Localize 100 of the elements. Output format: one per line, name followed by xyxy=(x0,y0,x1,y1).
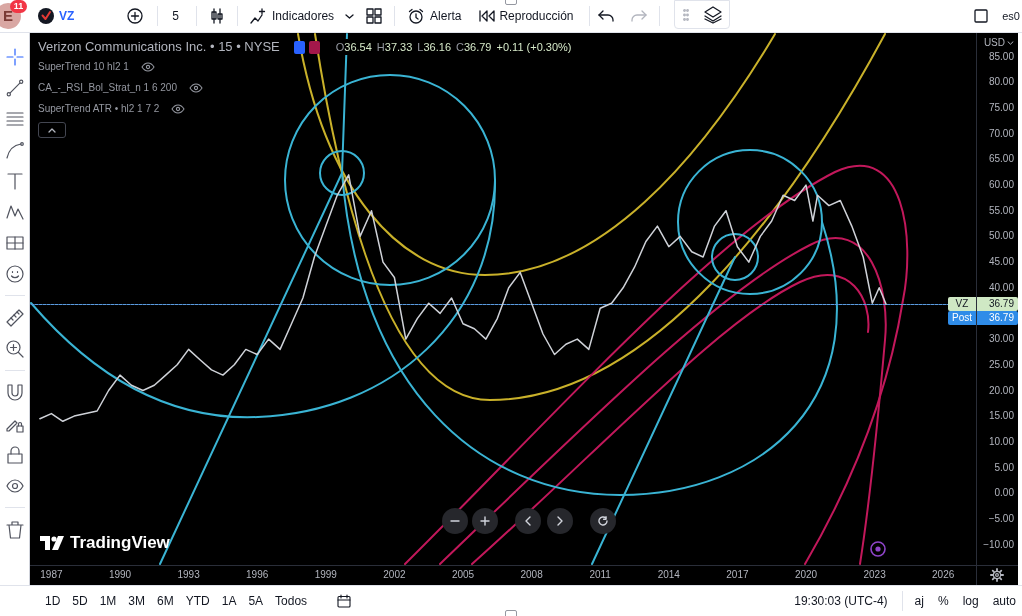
range-button[interactable]: 5A xyxy=(248,592,264,610)
ruler-icon xyxy=(5,308,24,327)
replay-button[interactable]: Reproducción xyxy=(479,7,574,25)
table-icon xyxy=(5,233,24,252)
dropdown-button[interactable] xyxy=(345,13,355,19)
price-tick-label: −10.00 xyxy=(983,538,1014,551)
time-tick-label: 1993 xyxy=(177,569,200,581)
grid-icon xyxy=(366,8,383,24)
chart-plus-icon xyxy=(250,8,267,24)
time-tick-label: 2014 xyxy=(657,569,680,581)
grip-icon[interactable] xyxy=(683,8,689,21)
price-tick-label: 70.00 xyxy=(988,127,1014,140)
smiley-icon xyxy=(5,264,24,283)
price-tick-label: 45.00 xyxy=(988,256,1014,269)
indicators-button[interactable]: Indicadores xyxy=(250,7,335,25)
symbol-logo-icon xyxy=(38,8,54,24)
scale-option-button[interactable]: % xyxy=(937,592,949,610)
date-range-button[interactable] xyxy=(337,594,352,608)
caret-icon xyxy=(1007,41,1014,45)
range-button[interactable]: 1A xyxy=(221,592,237,610)
indicator-name: SuperTrend ATR • hl2 1 7 2 xyxy=(38,101,160,116)
visibility-button[interactable] xyxy=(189,82,203,93)
price-label-name: VZ xyxy=(954,297,970,312)
time-tick-label: 2017 xyxy=(726,569,749,581)
price-label-value: 36.79 xyxy=(987,311,1015,326)
zoom-in-icon xyxy=(5,339,24,358)
price-tick-label: 40.00 xyxy=(988,281,1014,294)
text-icon xyxy=(5,171,24,190)
chart-type-button[interactable] xyxy=(209,8,226,24)
target-icon[interactable] xyxy=(870,541,886,557)
lock-icon xyxy=(5,445,24,464)
settings-icon xyxy=(990,568,1004,582)
plus-circle-icon xyxy=(127,8,144,24)
eye-icon xyxy=(5,476,24,495)
scale-option-button[interactable]: log xyxy=(962,592,979,610)
caret-up-icon xyxy=(48,127,56,133)
settings-button[interactable] xyxy=(990,568,1004,582)
price-label-value: 36.79 xyxy=(987,297,1015,312)
range-button[interactable]: 5D xyxy=(72,592,88,610)
undo-button[interactable] xyxy=(598,10,615,22)
time-tick-label: 2011 xyxy=(589,569,611,581)
compare-button[interactable] xyxy=(127,8,144,24)
time-tick-label: 2008 xyxy=(520,569,543,581)
scale-option-button[interactable]: auto xyxy=(992,592,1016,610)
time-tick-label: 2023 xyxy=(863,569,886,581)
range-button[interactable]: 1M xyxy=(99,592,117,610)
collapse-button[interactable] xyxy=(38,122,66,138)
scale-option-button[interactable]: aj xyxy=(914,592,924,610)
reset-button[interactable] xyxy=(590,508,616,534)
symbol-button[interactable]: VZ xyxy=(38,7,75,25)
caret-icon xyxy=(345,13,355,19)
visibility-button[interactable] xyxy=(171,103,186,114)
price-tick-label: 20.00 xyxy=(988,384,1014,397)
time-tick-label: 1999 xyxy=(314,569,337,581)
trend-line-icon xyxy=(5,78,24,97)
clock-time: 19:30:03 (UTC-4) xyxy=(794,593,888,610)
zoom-out-button[interactable] xyxy=(442,508,468,534)
price-tick-label: 25.00 xyxy=(988,358,1014,371)
zoom-in-button[interactable] xyxy=(472,508,498,534)
range-button[interactable]: Todos xyxy=(275,592,308,610)
crosshair-icon xyxy=(5,47,24,66)
range-button[interactable]: 1D xyxy=(45,592,61,610)
time-tick-label: 1996 xyxy=(246,569,269,581)
fullscreen-button[interactable] xyxy=(974,9,989,23)
logo-text: TradingView xyxy=(70,533,170,553)
plus-icon xyxy=(480,516,490,526)
price-tick-label: 10.00 xyxy=(988,435,1014,448)
curve-icon xyxy=(5,140,24,159)
price-tick-label: 55.00 xyxy=(988,204,1014,217)
logo-icon xyxy=(40,536,64,550)
time-tick-label: 2020 xyxy=(794,569,818,581)
visibility-button[interactable] xyxy=(140,61,155,72)
range-button[interactable]: YTD xyxy=(185,592,210,610)
price-tick-label: 50.00 xyxy=(988,230,1014,243)
layers-icon[interactable] xyxy=(704,5,722,24)
time-tick-label: 2026 xyxy=(932,569,955,581)
interval-button[interactable]: 5 xyxy=(172,7,180,25)
reset-icon xyxy=(598,516,608,526)
range-button[interactable]: 6M xyxy=(157,592,174,610)
magnet-icon xyxy=(5,383,24,402)
price-tick-label: −5.00 xyxy=(988,512,1014,525)
chevron-left-icon xyxy=(525,516,531,526)
templates-button[interactable] xyxy=(366,8,383,24)
chevron-right-icon xyxy=(557,516,563,526)
price-tick-label: 0.00 xyxy=(994,487,1014,500)
scroll-right-button[interactable] xyxy=(547,508,573,534)
lines-icon xyxy=(5,109,24,128)
range-button[interactable]: 3M xyxy=(128,592,146,610)
alarm-clock-icon xyxy=(408,8,425,24)
currency-button[interactable]: USD xyxy=(983,37,1014,49)
rewind-icon xyxy=(479,10,496,22)
eye-icon xyxy=(189,82,203,93)
price-tick-label: 30.00 xyxy=(988,333,1014,346)
price-tick-label: 80.00 xyxy=(988,76,1014,89)
account-text: es0 xyxy=(1002,8,1020,24)
scroll-left-button[interactable] xyxy=(515,508,541,534)
alert-button[interactable]: Alerta xyxy=(408,7,462,25)
eye-icon xyxy=(140,61,155,72)
price-tick-label: 65.00 xyxy=(988,153,1014,166)
time-tick-label: 1987 xyxy=(40,569,63,581)
